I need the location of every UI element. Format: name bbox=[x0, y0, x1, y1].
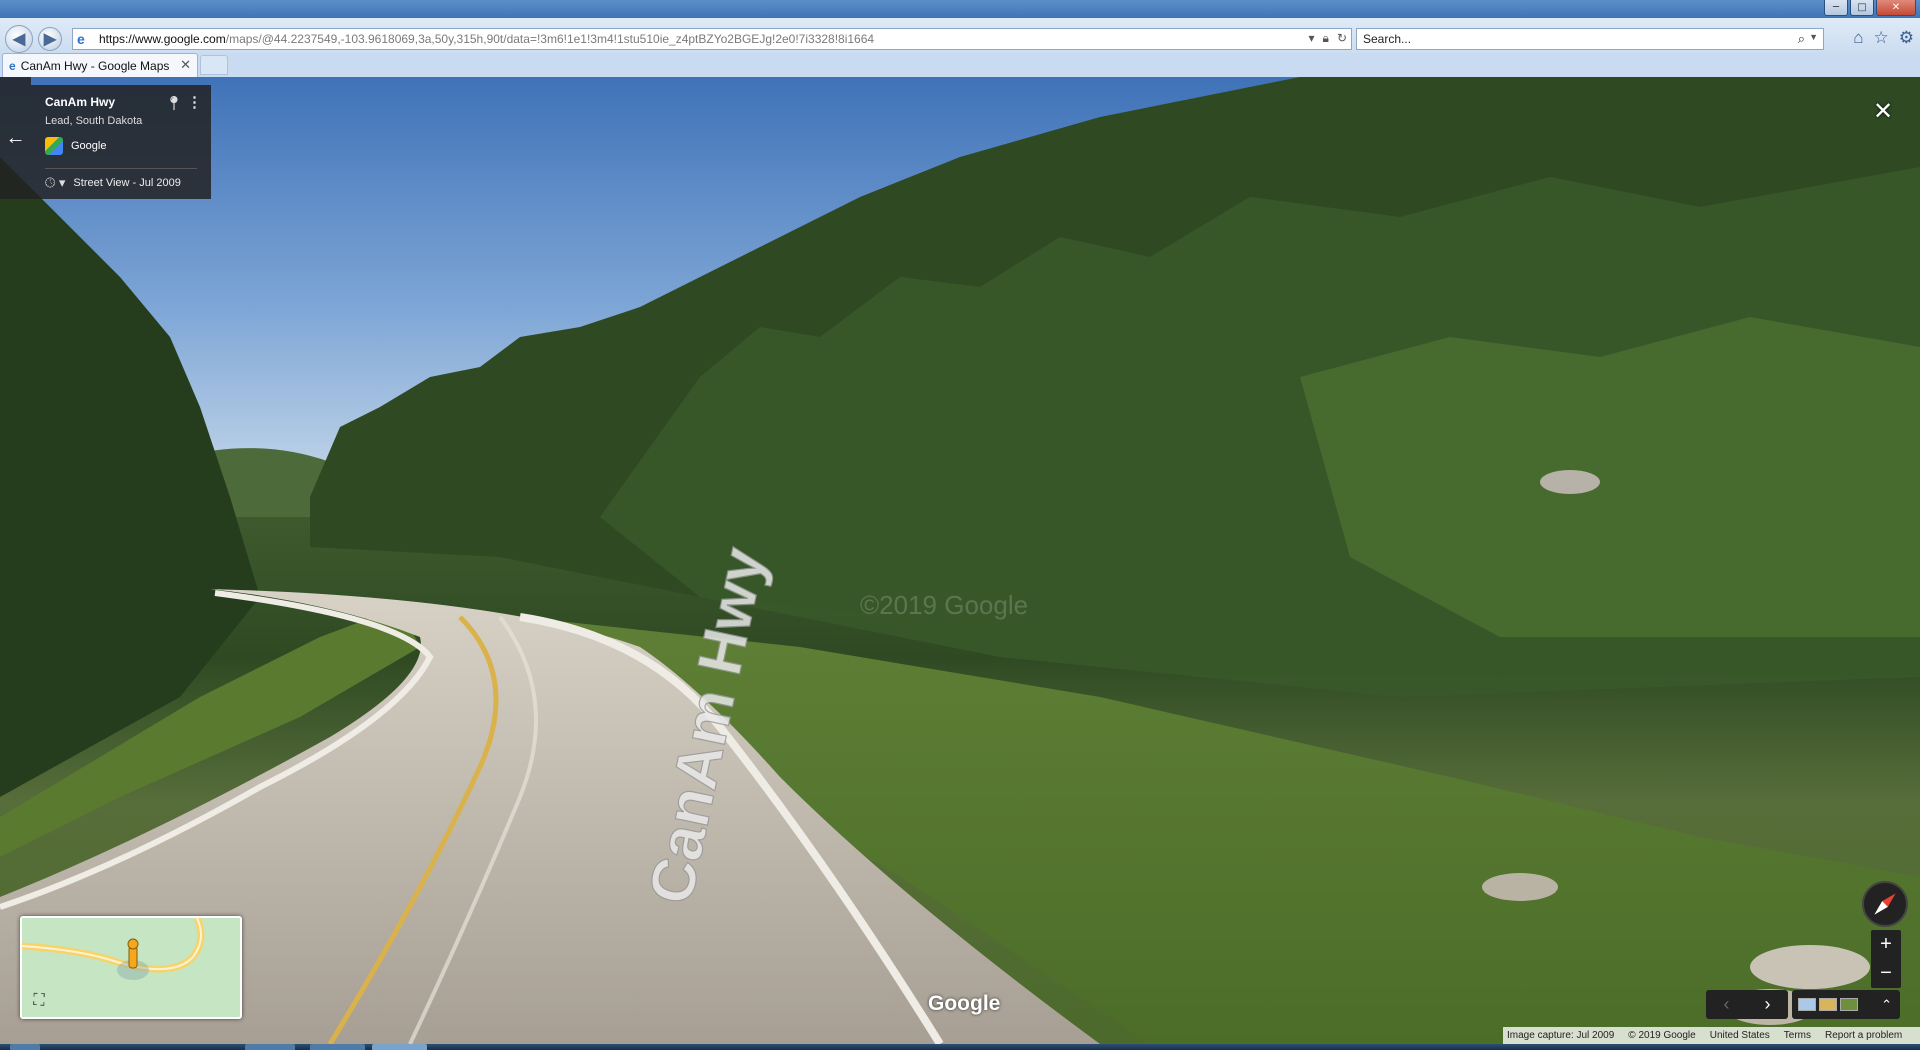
history-label: Street View - Jul 2009 bbox=[73, 177, 181, 189]
layer-thumb-road[interactable] bbox=[1819, 998, 1837, 1011]
image-capture: Image capture: Jul 2009 bbox=[1507, 1030, 1615, 1041]
ie-icon: e bbox=[77, 31, 85, 47]
google-logo: Google bbox=[928, 992, 1001, 1015]
tab-close-icon[interactable]: ✕ bbox=[180, 57, 191, 73]
back-arrow-icon: ← bbox=[5, 126, 26, 149]
watermark: ©2019 Google bbox=[860, 590, 1029, 620]
clock-history-icon: 🕓︎ ▾ bbox=[45, 175, 66, 190]
taskbar-app[interactable] bbox=[245, 1044, 295, 1050]
back-to-map-button[interactable]: ← bbox=[0, 77, 31, 199]
imagery-thumbnails: ⌃ bbox=[1792, 990, 1900, 1019]
navigation-arrows: ‹ › bbox=[1706, 990, 1788, 1019]
address-tools: ▾ 🔒︎ ↻ bbox=[1309, 31, 1347, 46]
layer-thumb-forest[interactable] bbox=[1840, 998, 1858, 1011]
taskbar-app[interactable] bbox=[310, 1044, 365, 1050]
mini-map-road bbox=[22, 918, 205, 973]
search-placeholder: Search... bbox=[1363, 32, 1412, 46]
tab-title: CanAm Hwy - Google Maps bbox=[20, 58, 170, 73]
tab-google-maps[interactable]: e CanAm Hwy - Google Maps ✕ bbox=[2, 53, 198, 77]
forward-icon[interactable]: ▶ bbox=[38, 27, 62, 51]
taskbar-app-active[interactable] bbox=[372, 1044, 427, 1050]
maximize-button[interactable]: □ bbox=[1850, 0, 1874, 16]
expand-icon[interactable]: ⌃ bbox=[1881, 997, 1892, 1013]
next-icon[interactable]: › bbox=[1765, 994, 1771, 1015]
more-options-icon[interactable]: ⋮ bbox=[187, 93, 202, 111]
start-button[interactable] bbox=[10, 1044, 40, 1050]
tab-bar: e CanAm Hwy - Google Maps ✕ bbox=[0, 53, 1920, 77]
region-link[interactable]: United States bbox=[1710, 1030, 1770, 1041]
zoom-controls: + − bbox=[1871, 930, 1901, 988]
rock bbox=[1482, 873, 1558, 901]
search-dropdown-icon[interactable]: ▼ bbox=[1809, 32, 1818, 42]
mini-map[interactable]: ⛶ bbox=[20, 916, 242, 1019]
street-view-panorama[interactable]: CanAm Hwy ©2019 Google Google ← CanAm Hw… bbox=[0, 77, 1920, 1044]
new-tab-button[interactable] bbox=[200, 55, 228, 75]
url-host: https://www.google.com bbox=[99, 32, 226, 46]
home-icon[interactable]: ⌂ bbox=[1853, 28, 1863, 48]
fullscreen-icon[interactable]: ⛶ bbox=[28, 990, 50, 1012]
dropdown-icon[interactable]: ▾ bbox=[1309, 31, 1315, 46]
browser-toolbar-icons: ⌂ ☆ ⚙ bbox=[1853, 28, 1914, 48]
close-window-button[interactable]: ✕ bbox=[1876, 0, 1916, 16]
address-bar[interactable]: e https://www.google.com/maps/@44.223754… bbox=[72, 28, 1352, 50]
compass-needle bbox=[1874, 893, 1896, 915]
divider bbox=[45, 168, 197, 169]
zoom-in-button[interactable]: + bbox=[1871, 930, 1901, 959]
street-view-scene: CanAm Hwy bbox=[0, 77, 1920, 1044]
favorites-star-icon[interactable]: ☆ bbox=[1874, 28, 1889, 48]
url-path: /maps/@44.2237549,-103.9618069,3a,50y,31… bbox=[225, 32, 875, 46]
close-street-view-button[interactable]: ✕ bbox=[1873, 97, 1893, 126]
copyright: © 2019 Google bbox=[1628, 1030, 1696, 1041]
search-input[interactable]: Search... ⌕ ▼ bbox=[1356, 28, 1824, 50]
map-pin-icon[interactable]: 📍︎ bbox=[165, 95, 183, 112]
previous-icon[interactable]: ‹ bbox=[1724, 994, 1730, 1015]
map-footer: Image capture: Jul 2009 © 2019 Google Un… bbox=[1503, 1027, 1920, 1044]
windows-taskbar bbox=[0, 1044, 1920, 1050]
google-maps-logo-icon bbox=[45, 137, 63, 155]
back-icon[interactable]: ◀ bbox=[5, 25, 33, 53]
lock-icon[interactable]: 🔒︎ bbox=[1323, 31, 1329, 46]
window-titlebar: ─ □ ✕ bbox=[0, 0, 1920, 18]
rock bbox=[1750, 945, 1870, 989]
refresh-icon[interactable]: ↻ bbox=[1337, 31, 1347, 46]
window-controls: ─ □ ✕ bbox=[1824, 0, 1916, 16]
provider-label: Google bbox=[71, 140, 107, 152]
street-view-history-button[interactable]: 🕓︎ ▾ Street View - Jul 2009 bbox=[45, 175, 181, 191]
terms-link[interactable]: Terms bbox=[1784, 1030, 1811, 1041]
zoom-out-button[interactable]: − bbox=[1871, 959, 1901, 988]
provider-row[interactable]: Google bbox=[45, 137, 106, 155]
compass-icon[interactable] bbox=[1862, 881, 1908, 927]
location-info-card: CanAm Hwy Lead, South Dakota 📍︎ ⋮ Google… bbox=[31, 85, 211, 199]
report-problem-link[interactable]: Report a problem bbox=[1825, 1030, 1902, 1041]
pegman-head bbox=[127, 938, 139, 950]
tab-ie-icon: e bbox=[9, 58, 16, 73]
place-subtitle: Lead, South Dakota bbox=[45, 115, 143, 127]
rock bbox=[1540, 470, 1600, 494]
place-title[interactable]: CanAm Hwy bbox=[45, 95, 115, 109]
minimize-button[interactable]: ─ bbox=[1824, 0, 1848, 16]
layer-thumb-sky[interactable] bbox=[1798, 998, 1816, 1011]
mini-map-drawing bbox=[22, 918, 205, 980]
search-icon[interactable]: ⌕ bbox=[1798, 31, 1805, 47]
settings-gear-icon[interactable]: ⚙ bbox=[1899, 28, 1914, 48]
